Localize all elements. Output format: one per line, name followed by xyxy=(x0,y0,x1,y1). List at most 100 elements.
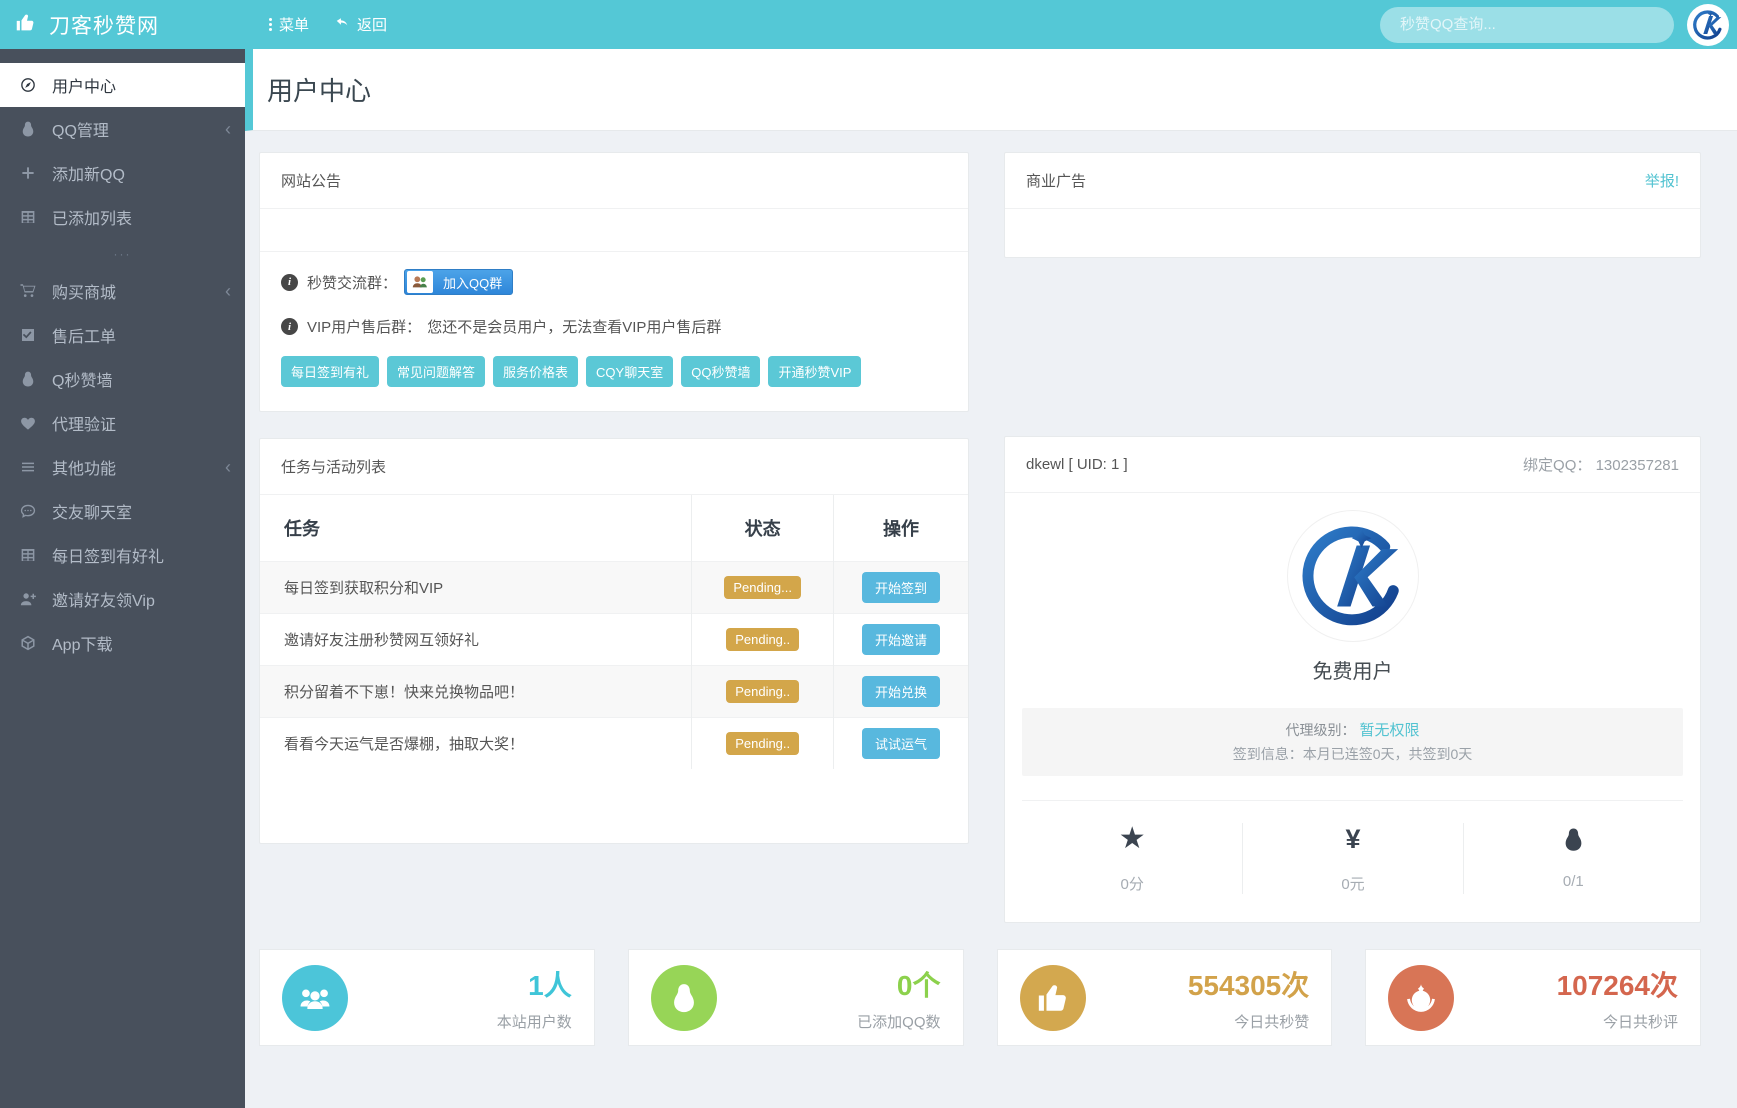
status-cell: Pending... xyxy=(691,561,834,614)
sidebar-item-label: 添加新QQ xyxy=(52,167,125,184)
list-icon xyxy=(17,458,39,476)
summary-label: 今日共秒赞 xyxy=(1234,1013,1310,1031)
summary-value: 554305次 xyxy=(1187,969,1310,1001)
sidebar-item-label: 交友聊天室 xyxy=(52,505,133,522)
yen-icon: ¥ xyxy=(1345,823,1361,854)
status-badge: Pending.. xyxy=(726,732,800,755)
sidebar-item-label: QQ管理 xyxy=(52,123,109,140)
sidebar-item-1[interactable]: QQ管理 ‹ xyxy=(0,107,245,151)
action-cell: 开始签到 xyxy=(832,561,968,614)
sidebar-item-5[interactable]: 购买商城 ‹ xyxy=(0,269,245,313)
profile-stat: ★ 0分 xyxy=(1022,823,1242,894)
sidebar-item-label: 用户中心 xyxy=(52,79,117,96)
summary-row: 1人本站用户数 0个 已添加QQ数 554305次今日共秒赞 107264次今日共秒评 xyxy=(259,949,1701,1047)
announcement-body-empty xyxy=(260,209,968,252)
task-card-title: 任务与活动列表 xyxy=(281,459,387,476)
task-action-button-0[interactable]: 开始签到 xyxy=(861,572,940,603)
quick-link-2[interactable]: 服务价格表 xyxy=(493,356,579,387)
quick-link-0[interactable]: 每日签到有礼 xyxy=(281,356,380,387)
ad-card-title: 商业广告 xyxy=(1026,173,1087,190)
sidebar-item-label: 每日签到有好礼 xyxy=(52,549,165,566)
summary-label: 本站用户数 xyxy=(496,1013,572,1031)
qq-icon xyxy=(1560,823,1587,855)
qq-group-people-icon xyxy=(407,271,434,293)
announcement-title: 网站公告 xyxy=(281,173,342,190)
sidebar-item-13[interactable]: App下载 xyxy=(0,621,245,665)
summary-card-2: 554305次今日共秒赞 xyxy=(996,949,1333,1047)
task-card-footer xyxy=(260,769,968,843)
rebel-icon xyxy=(1388,964,1455,1031)
task-action-button-3[interactable]: 试试运气 xyxy=(861,728,940,759)
check-icon xyxy=(17,326,39,344)
action-cell: 开始邀请 xyxy=(832,613,968,666)
quick-link-1[interactable]: 常见问题解答 xyxy=(387,356,486,387)
search-input[interactable] xyxy=(1380,6,1674,43)
sidebar-item-label: Q秒赞墙 xyxy=(52,373,113,390)
table-icon xyxy=(17,546,39,564)
task-cell: 积分留着不下崽！快来兑换物品吧！ xyxy=(260,665,692,718)
sidebar-item-label: 邀请好友领Vip xyxy=(52,593,155,610)
user-type-label: 免费用户 xyxy=(1312,661,1393,683)
vertical-dots-icon xyxy=(269,18,272,31)
username: dkewl [ UID: 1 ] xyxy=(1026,456,1128,473)
sidebar-item-10[interactable]: 交友聊天室 xyxy=(0,489,245,533)
status-badge: Pending.. xyxy=(726,680,800,703)
profile-stats: ★ 0分 ¥0元 0/1 xyxy=(1022,800,1683,922)
qq-icon xyxy=(650,964,717,1031)
agent-level-link[interactable]: 暂无权限 xyxy=(1359,722,1419,739)
users-icon xyxy=(282,964,348,1031)
summary-card-1: 0个 已添加QQ数 xyxy=(627,949,964,1047)
chevron-left-icon: ‹ xyxy=(225,281,231,301)
task-action-button-1[interactable]: 开始邀请 xyxy=(861,624,940,655)
profile-card: dkewl [ UID: 1 ] 绑定QQ： 1302357281 免费用户 代… xyxy=(1004,436,1701,924)
summary-label: 今日共秒评 xyxy=(1602,1013,1678,1031)
task-action-button-2[interactable]: 开始兑换 xyxy=(861,676,940,707)
plus-icon xyxy=(17,164,39,182)
userplus-icon xyxy=(17,590,39,608)
quick-link-4[interactable]: QQ秒赞墙 xyxy=(681,356,761,387)
status-cell: Pending.. xyxy=(691,613,834,666)
profile-stat: 0/1 xyxy=(1462,823,1683,895)
quick-link-5[interactable]: 开通秒赞VIP xyxy=(768,356,862,387)
quick-link-3[interactable]: CQY聊天室 xyxy=(586,356,674,387)
report-link[interactable]: 举报! xyxy=(1645,170,1679,191)
summary-value: 1人 xyxy=(528,969,572,1001)
sidebar-item-9[interactable]: 其他功能 ‹ xyxy=(0,445,245,489)
sidebar-item-label: 已添加列表 xyxy=(52,211,133,228)
sidebar-item-0[interactable]: 用户中心 xyxy=(0,63,245,107)
sidebar-item-7[interactable]: Q秒赞墙 xyxy=(0,357,245,401)
join-qq-group-button[interactable]: 加入QQ群 xyxy=(404,269,514,295)
chevron-left-icon: ‹ xyxy=(225,119,231,139)
sidebar-item-2[interactable]: 添加新QQ xyxy=(0,151,245,195)
sidebar-item-6[interactable]: 售后工单 xyxy=(0,313,245,357)
profile-stat-value: 0分 xyxy=(1120,876,1144,894)
sidebar-item-8[interactable]: 代理验证 xyxy=(0,401,245,445)
thumbs-up-icon xyxy=(15,12,36,38)
table-row: 看看今天运气是否爆棚，抽取大奖！ Pending.. 试试运气 xyxy=(260,717,968,769)
star-icon: ★ xyxy=(1118,822,1146,856)
summary-value: 107264次 xyxy=(1556,969,1678,1001)
menu-button[interactable]: 菜单 xyxy=(269,14,309,35)
back-button[interactable]: 返回 xyxy=(335,14,387,35)
page-title: 用户中心 xyxy=(267,76,372,106)
table-row: 邀请好友注册秒赞网互领好礼 Pending.. 开始邀请 xyxy=(260,613,968,666)
cart-icon xyxy=(17,282,39,300)
sidebar-divider: ··· xyxy=(113,247,132,261)
table-row: 积分留着不下崽！快来兑换物品吧！ Pending.. 开始兑换 xyxy=(260,665,968,718)
box-icon xyxy=(17,634,39,652)
sidebar-item-11[interactable]: 每日签到有好礼 xyxy=(0,533,245,577)
col-header-task: 任务 xyxy=(260,495,692,562)
col-header-status: 状态 xyxy=(691,495,834,562)
info-icon: i xyxy=(281,318,298,335)
status-cell: Pending.. xyxy=(691,665,834,718)
qq-icon xyxy=(17,370,39,388)
top-navbar: 刀客秒赞网 菜单 返回 xyxy=(0,0,1737,49)
task-cell: 邀请好友注册秒赞网互领好礼 xyxy=(260,613,692,666)
sidebar-item-3[interactable]: 已添加列表 xyxy=(0,195,245,239)
sidebar-item-label: 代理验证 xyxy=(52,417,117,434)
sidebar-item-12[interactable]: 邀请好友领Vip xyxy=(0,577,245,621)
user-avatar xyxy=(1287,511,1418,641)
site-logo-avatar[interactable] xyxy=(1687,3,1729,46)
page-header: 用户中心 xyxy=(245,49,1737,131)
table-row: 每日签到获取积分和VIP Pending... 开始签到 xyxy=(260,561,968,614)
